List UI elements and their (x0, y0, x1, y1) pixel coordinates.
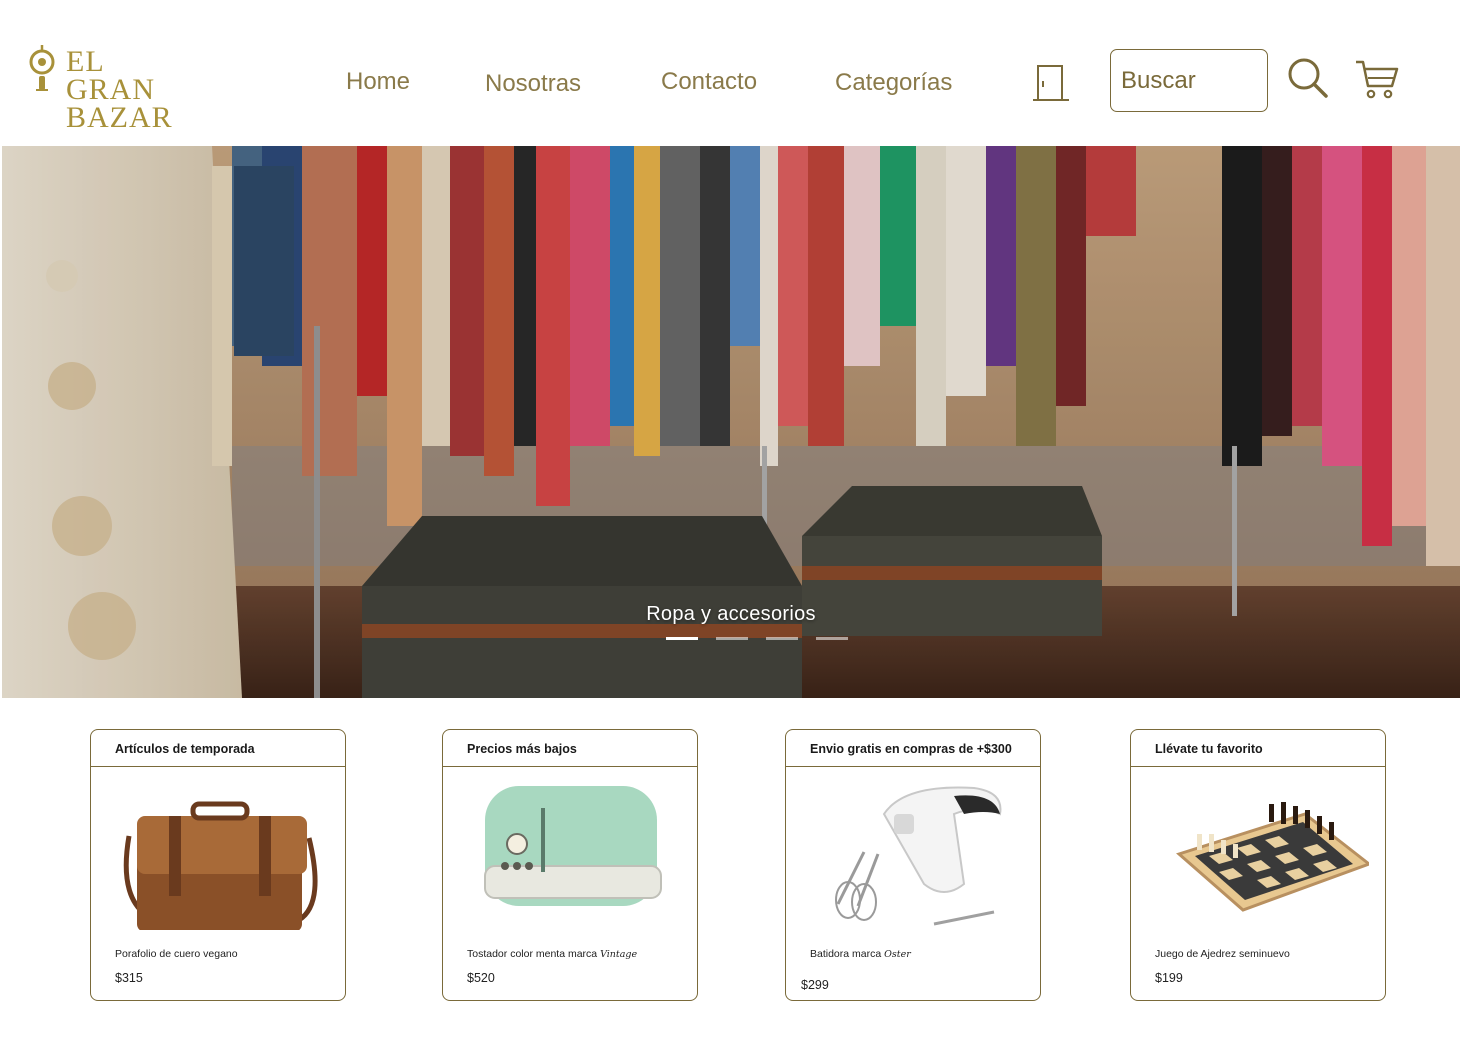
product-name: Porafolio de cuero vegano (115, 948, 238, 960)
hero-caption: Ropa y accesorios (646, 603, 816, 625)
site-header: EL GRAN BAZAR Home Nosotras Contacto Cat… (0, 0, 1462, 146)
carousel-dot-2[interactable] (716, 637, 748, 640)
brand-logo[interactable]: EL GRAN BAZAR (26, 40, 266, 133)
nav-contacto[interactable]: Contacto (661, 68, 757, 96)
product-name-text: Batidora marca (810, 948, 885, 960)
cart-icon (1356, 60, 1399, 99)
carousel-dot-3[interactable] (766, 637, 798, 640)
brand-name: EL GRAN BAZAR (66, 45, 266, 134)
carousel-dot-4[interactable] (816, 637, 848, 640)
product-card-mixer[interactable]: Envio gratis en compras de +$300 Batidor… (785, 729, 1041, 1001)
product-name-text: Tostador color menta marca (467, 948, 601, 960)
product-card-toaster[interactable]: Precios más bajos Tostador color menta m… (442, 729, 698, 1001)
product-name: Batidora marca Oster (810, 948, 911, 960)
search-input[interactable] (1111, 50, 1267, 111)
product-price: $299 (801, 978, 829, 992)
product-name: Tostador color menta marca Vintage (467, 948, 637, 960)
keyhole-logo-icon (29, 45, 55, 91)
product-price: $199 (1155, 971, 1183, 985)
product-brand: Vintage (600, 949, 638, 960)
login-button[interactable] (1030, 62, 1072, 104)
carousel-dot-1[interactable] (666, 637, 698, 640)
chess-set-image (1176, 802, 1369, 912)
brand-line-2: GRAN BAZAR (66, 73, 173, 134)
nav-home[interactable]: Home (346, 68, 410, 96)
product-brand: Oster (884, 949, 911, 960)
door-icon (1033, 65, 1069, 101)
product-price: $315 (115, 971, 143, 985)
cart-button[interactable] (1354, 58, 1400, 100)
nav-categorias[interactable]: Categorías (835, 69, 952, 97)
carousel-indicators (666, 637, 850, 641)
leather-bag-image (123, 801, 318, 930)
nav-nosotras[interactable]: Nosotras (485, 70, 581, 98)
product-price: $520 (467, 971, 495, 985)
card-header: Envio gratis en compras de +$300 (786, 730, 1040, 767)
card-header: Llévate tu favorito (1131, 730, 1385, 767)
card-header: Artículos de temporada (91, 730, 345, 767)
search-field[interactable] (1110, 49, 1268, 112)
search-icon (1288, 58, 1328, 98)
product-card-chess[interactable]: Llévate tu favorito Juego de Ajedrez sem… (1130, 729, 1386, 1001)
mint-toaster-image (484, 786, 662, 906)
product-name-text: Juego de Ajedrez seminuevo (1155, 948, 1290, 960)
hero-banner[interactable]: Ropa y accesorios (2, 146, 1460, 698)
product-name-text: Porafolio de cuero vegano (115, 948, 238, 960)
product-card-bag[interactable]: Artículos de temporada Porafolio de cuer… (90, 729, 346, 1001)
product-name: Juego de Ajedrez seminuevo (1155, 948, 1290, 960)
hand-mixer-image (835, 786, 1002, 926)
card-header: Precios más bajos (443, 730, 697, 767)
search-button[interactable] (1286, 56, 1330, 100)
brand-line-1: EL (66, 45, 105, 78)
